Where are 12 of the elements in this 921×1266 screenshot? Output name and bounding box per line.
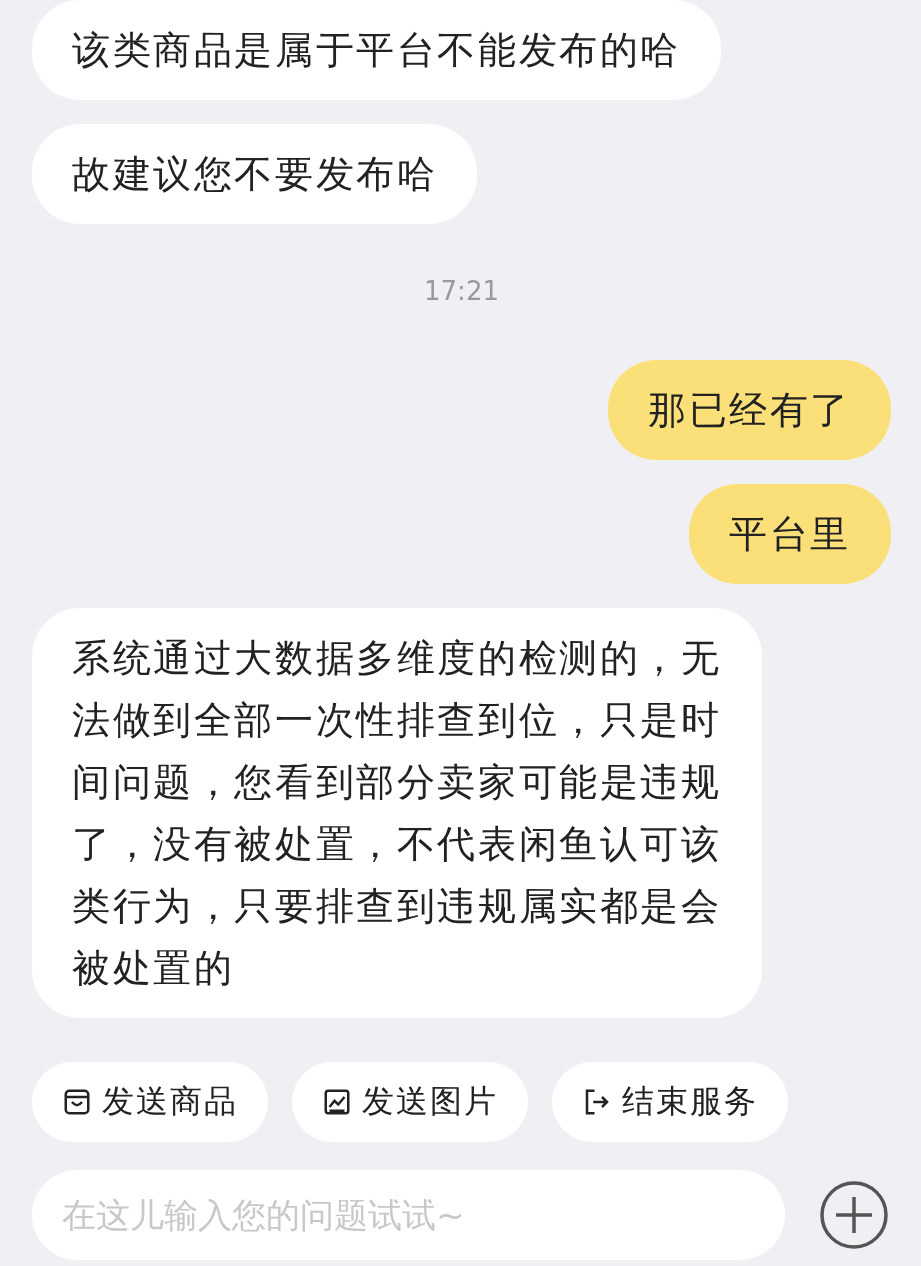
message-bubble: 该类商品是属于平台不能发布的哈 [32,0,721,100]
message-bubble: 那已经有了 [608,360,891,460]
bag-icon [62,1087,92,1117]
message-bubble: 系统通过大数据多维度的检测的，无法做到全部一次性排查到位，只是时间问题，您看到部分卖家可能是违规了，没有被处置，不代表闲鱼认可该类行为，只要排查到违规属实都是会被处置的 [32,608,762,1018]
message-bubble: 故建议您不要发布哈 [32,124,478,224]
timestamp: 17:21 [424,276,499,306]
message-bubble: 平台里 [689,484,891,584]
image-icon [322,1087,352,1117]
quick-action-button[interactable]: 发送商品 [32,1062,268,1142]
quick-action-button[interactable]: 结束服务 [552,1062,788,1142]
quick-action-button[interactable]: 发送图片 [292,1062,528,1142]
add-icon[interactable] [819,1180,889,1250]
